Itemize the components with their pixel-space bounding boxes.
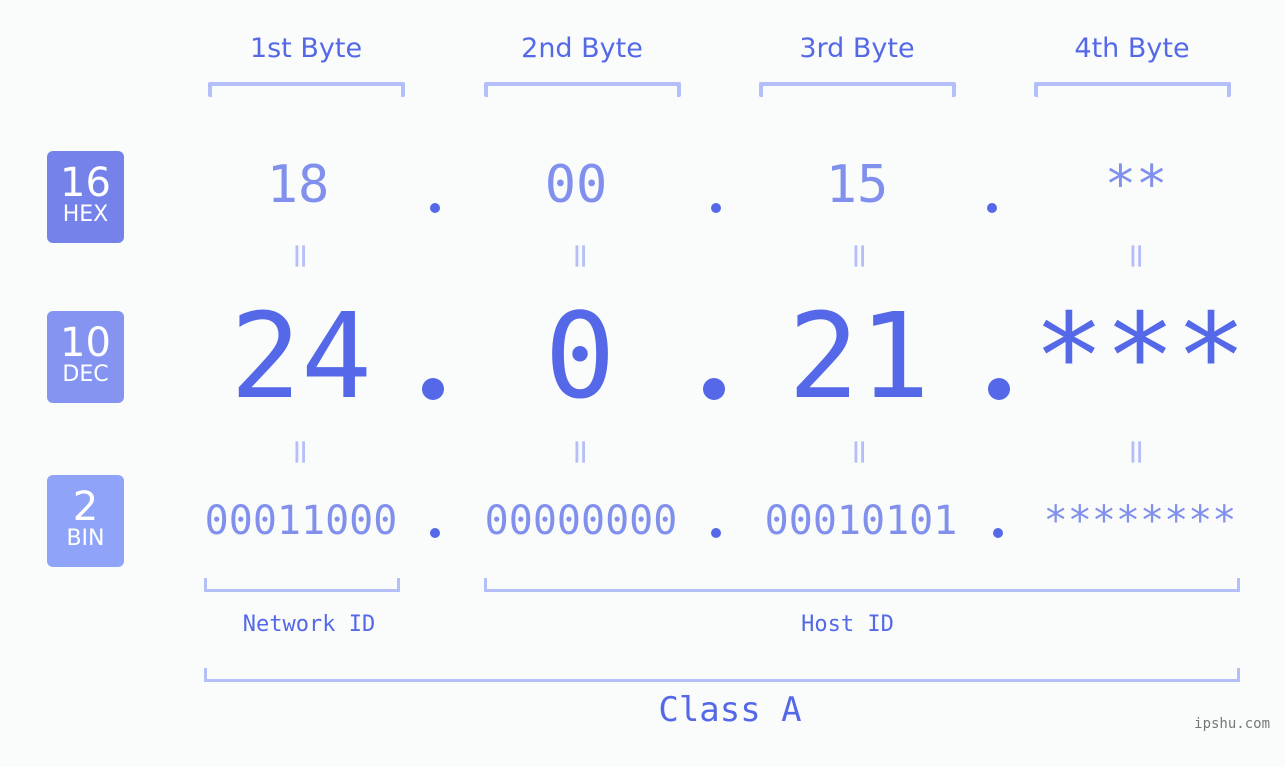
hex-badge: 16 HEX	[47, 151, 124, 243]
dec-badge: 10 DEC	[47, 311, 124, 403]
byte-header-1: 1st Byte	[249, 33, 363, 64]
dec-badge-label: DEC	[62, 362, 109, 387]
equals-glyph: =	[1116, 241, 1156, 271]
equals-sign: =	[280, 236, 320, 276]
equals-sign: =	[560, 236, 600, 276]
bin-value-4: ********	[1043, 498, 1237, 544]
byte-header-4: 4th Byte	[1074, 33, 1190, 64]
equals-glyph: =	[280, 437, 320, 467]
host-id-label: Host ID	[801, 612, 894, 637]
hex-value-1: 18	[266, 155, 330, 215]
watermark: ipshu.com	[1194, 716, 1270, 732]
byte-bracket-2	[484, 82, 681, 97]
dec-value-2: 0	[544, 287, 616, 425]
hex-badge-label: HEX	[62, 202, 109, 227]
equals-sign: =	[280, 432, 320, 472]
bin-value-3: 00010101	[764, 498, 958, 544]
byte-bracket-4	[1034, 82, 1231, 97]
bin-badge-label: BIN	[66, 526, 105, 551]
hex-dot-2	[711, 203, 721, 213]
dec-value-3: 21	[787, 287, 931, 425]
class-bracket	[204, 668, 1240, 682]
equals-glyph: =	[1116, 437, 1156, 467]
hex-value-4: **	[1104, 155, 1168, 215]
equals-sign: =	[839, 432, 879, 472]
dec-badge-base: 10	[60, 320, 111, 366]
dec-dot-1	[422, 378, 444, 400]
equals-glyph: =	[560, 437, 600, 467]
equals-sign: =	[839, 236, 879, 276]
equals-glyph: =	[280, 241, 320, 271]
hex-dot-3	[987, 203, 997, 213]
byte-header-3: 3rd Byte	[799, 33, 915, 64]
bin-badge: 2 BIN	[47, 475, 124, 567]
byte-bracket-3	[759, 82, 956, 97]
equals-sign: =	[1116, 236, 1156, 276]
byte-bracket-1	[208, 82, 405, 97]
hex-badge-base: 16	[60, 160, 111, 206]
host-id-bracket	[484, 578, 1240, 592]
dec-value-1: 24	[229, 287, 373, 425]
equals-glyph: =	[560, 241, 600, 271]
bin-badge-base: 2	[72, 484, 99, 530]
network-id-label: Network ID	[242, 612, 376, 637]
hex-value-2: 00	[544, 155, 608, 215]
class-label: Class A	[658, 690, 802, 730]
bin-dot-2	[711, 528, 721, 538]
byte-header-2: 2nd Byte	[521, 33, 643, 64]
bin-dot-3	[993, 528, 1003, 538]
dec-dot-3	[988, 378, 1010, 400]
hex-value-3: 15	[825, 155, 889, 215]
equals-sign: =	[560, 432, 600, 472]
bin-value-2: 00000000	[484, 498, 678, 544]
dec-dot-2	[703, 378, 725, 400]
equals-sign: =	[1116, 432, 1156, 472]
network-id-bracket	[204, 578, 400, 592]
dec-value-4: ***	[1033, 287, 1247, 425]
hex-dot-1	[430, 203, 440, 213]
bin-value-1: 00011000	[204, 498, 398, 544]
bin-dot-1	[430, 528, 440, 538]
equals-glyph: =	[839, 241, 879, 271]
equals-glyph: =	[839, 437, 879, 467]
